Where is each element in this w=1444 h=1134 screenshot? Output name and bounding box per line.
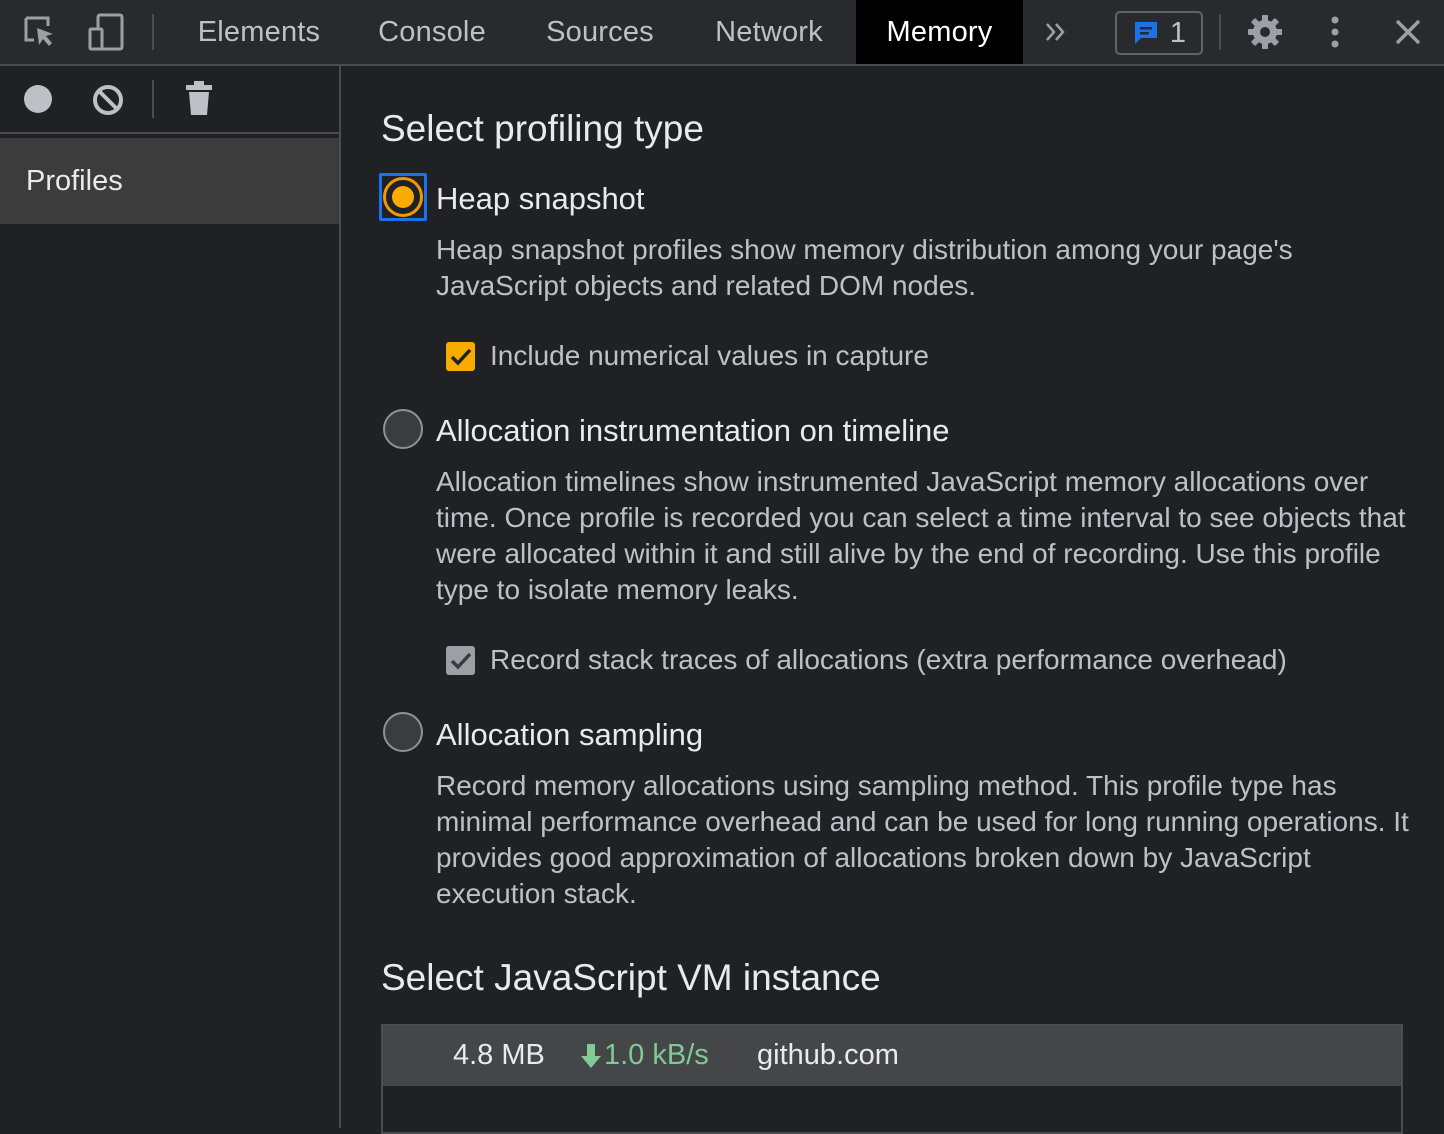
heap-snapshot-radio[interactable] [383, 177, 423, 217]
profiling-type-heading: Select profiling type [381, 108, 704, 149]
allocation-timeline-label[interactable]: Allocation instrumentation on timeline [436, 413, 950, 449]
toolbar-divider [152, 14, 154, 50]
toolbar-divider [1219, 14, 1221, 50]
inspect-element-icon[interactable] [18, 10, 62, 54]
include-numerical-values-label[interactable]: Include numerical values in capture [490, 340, 929, 372]
device-toolbar-icon[interactable] [84, 10, 128, 54]
sidebar-item-profiles[interactable]: Profiles [0, 138, 339, 224]
tab-elements[interactable]: Elements [178, 0, 340, 64]
heap-snapshot-label[interactable]: Heap snapshot [436, 181, 645, 217]
clear-icon[interactable] [91, 83, 125, 117]
record-stack-traces-label[interactable]: Record stack traces of allocations (extr… [490, 644, 1287, 676]
issues-button[interactable]: 1 [1115, 11, 1203, 55]
allocation-sampling-radio[interactable] [383, 712, 423, 752]
heap-snapshot-description: Heap snapshot profiles show memory distr… [436, 234, 1293, 301]
tab-memory[interactable]: Memory [856, 0, 1023, 64]
checkmark-icon [450, 652, 471, 670]
vm-instance-list: 4.8 MB 1.0 kB/s github.com [381, 1024, 1403, 1134]
vm-rate-value: 1.0 kB/s [604, 1039, 709, 1071]
gear-icon[interactable] [1243, 10, 1287, 54]
profiles-sidebar: Profiles [0, 66, 341, 1128]
allocation-sampling-label[interactable]: Allocation sampling [436, 717, 703, 753]
record-stack-traces-checkbox[interactable] [446, 646, 475, 675]
allocation-sampling-description: Record memory allocations using sampling… [436, 770, 1409, 909]
vm-heap-size: 4.8 MB [453, 1039, 545, 1071]
issues-count: 1 [1169, 16, 1187, 49]
trash-icon[interactable] [184, 79, 214, 117]
tab-network[interactable]: Network [694, 0, 844, 64]
vm-allocation-rate: 1.0 kB/s [580, 1039, 709, 1072]
chevron-double-right-icon[interactable] [1034, 10, 1078, 54]
message-icon [1132, 19, 1160, 47]
tab-sources[interactable]: Sources [526, 0, 674, 64]
vm-instance-heading: Select JavaScript VM instance [381, 957, 881, 998]
allocation-timeline-description: Allocation timelines show instrumented J… [436, 466, 1406, 605]
include-numerical-values-checkbox[interactable] [446, 342, 475, 371]
vm-instance-row[interactable]: 4.8 MB 1.0 kB/s github.com [383, 1026, 1401, 1086]
devtools-tab-bar: Elements Console Sources Network Memory … [0, 0, 1444, 66]
arrow-down-icon [581, 1043, 601, 1068]
sidebar-item-label: Profiles [26, 164, 123, 197]
checkmark-icon [450, 348, 471, 366]
vm-host-name: github.com [757, 1039, 899, 1071]
record-icon[interactable] [22, 83, 54, 115]
memory-panel: Select profiling type Heap snapshot Heap… [343, 68, 1444, 1134]
allocation-timeline-radio[interactable] [383, 409, 423, 449]
close-icon[interactable] [1386, 10, 1430, 54]
kebab-menu-icon[interactable] [1313, 10, 1357, 54]
sidebar-toolbar [0, 66, 339, 134]
tab-console[interactable]: Console [358, 0, 506, 64]
toolbar-divider [152, 80, 154, 118]
